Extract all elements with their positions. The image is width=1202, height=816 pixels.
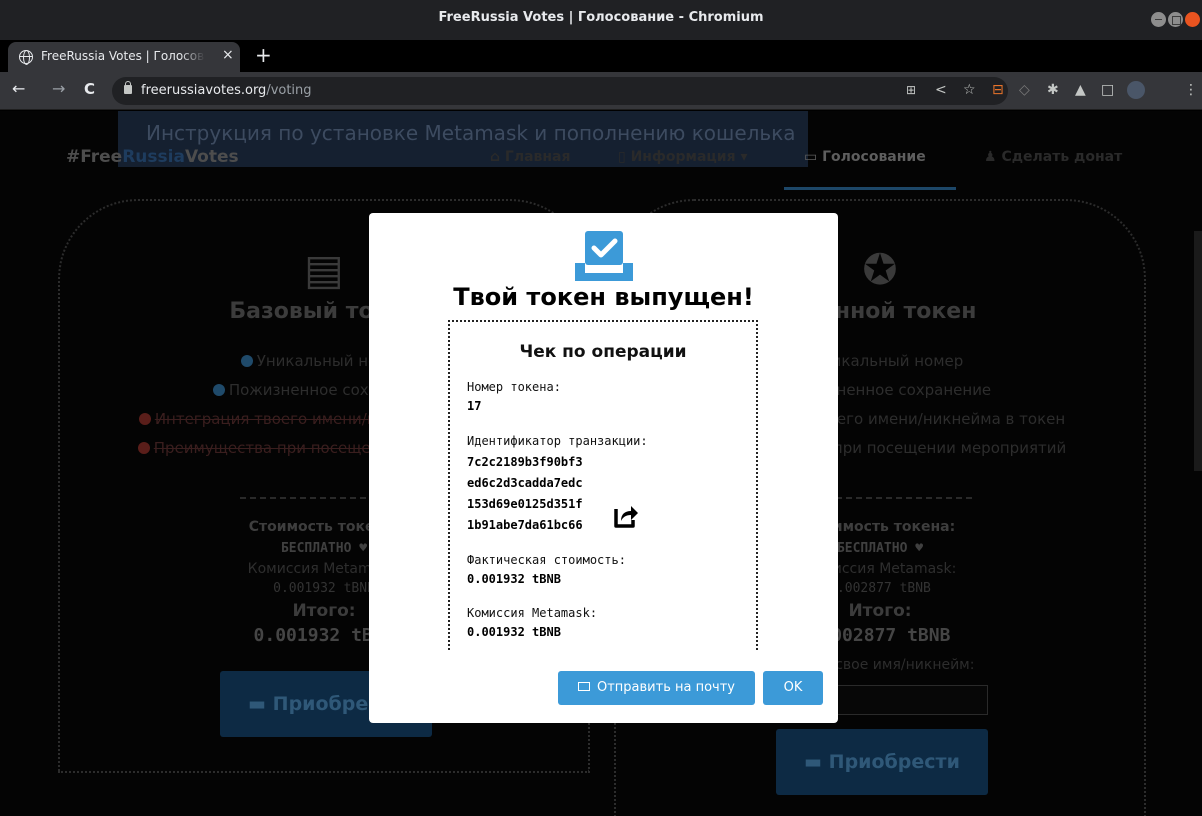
transaction-id-label: Идентификатор транзакции: <box>467 434 648 448</box>
active-menu-underline <box>784 187 956 190</box>
menu-donate[interactable]: ♟ Сделать донат <box>984 149 1122 165</box>
logo-part-1: #Free <box>66 147 123 167</box>
translate-icon[interactable]: ⊞ <box>906 82 916 98</box>
menu-voting[interactable]: ▭ Голосование <box>804 149 926 165</box>
actual-cost-label: Фактическая стоимость: <box>467 553 626 567</box>
window-titlebar: FreeRussia Votes | Голосование - Chromiu… <box>0 0 1202 40</box>
menu-donate-label: Сделать донат <box>1001 149 1123 165</box>
receipt: Чек по операции Номер токена: 17 Идентиф… <box>448 320 758 650</box>
puzzle-icon[interactable]: ✱ <box>1047 82 1059 98</box>
menu-voting-label: Голосование <box>822 149 926 165</box>
back-button[interactable]: ← <box>12 80 25 98</box>
more-icon[interactable]: ⋮ <box>1184 82 1198 98</box>
token-number-label: Номер токена: <box>467 380 561 394</box>
cross-icon <box>138 413 151 425</box>
menu-home[interactable]: ⌂ Главная <box>490 149 571 165</box>
envelope-icon <box>578 682 590 691</box>
extension-icon[interactable]: ⊟ <box>992 82 1004 98</box>
maximize-button[interactable] <box>1168 12 1183 27</box>
url-host: freerussiavotes.org <box>141 83 267 98</box>
actual-cost-value: 0.001932 tBNB <box>467 572 561 586</box>
menu-info[interactable]: ▯ Информация ▾ <box>618 149 747 165</box>
page-scrollbar[interactable] <box>1194 231 1202 471</box>
nickname-input[interactable] <box>834 685 988 715</box>
check-icon <box>212 384 225 396</box>
metamask-fee-label: Комиссия Metamask: <box>467 606 598 620</box>
receipt-title: Чек по операции <box>519 342 687 362</box>
token-issued-modal: Твой токен выпущен! Чек по операции Номе… <box>369 213 838 723</box>
send-email-button[interactable]: Отправить на почту <box>558 671 755 705</box>
transaction-id-line: 1b91abe7da61bc66 <box>467 518 583 532</box>
check-inbox-icon <box>575 231 633 281</box>
share-icon[interactable]: < <box>935 82 947 98</box>
flask-icon[interactable]: ▲ <box>1075 82 1086 98</box>
new-tab-button[interactable]: + <box>255 44 272 66</box>
menu-info-label: Информация <box>630 149 736 165</box>
buy-named-button[interactable]: ▬ Приобрести <box>776 729 988 795</box>
url-path: /voting <box>266 83 312 98</box>
check-icon <box>240 355 253 367</box>
cross-icon <box>137 442 150 454</box>
modal-title: Твой токен выпущен! <box>453 283 754 311</box>
close-window-button[interactable] <box>1185 12 1200 27</box>
window-title: FreeRussia Votes | Голосование - Chromiu… <box>438 10 764 25</box>
address-bar[interactable]: freerussiavotes.org/voting <box>112 77 1008 105</box>
globe-icon <box>19 50 33 65</box>
tab-title: FreeRussia Votes | Голосование <box>41 49 205 63</box>
logo-part-3: Votes <box>184 147 239 167</box>
transaction-id-line: 153d69e0125d351f <box>467 497 583 511</box>
sidepanel-icon[interactable]: □ <box>1101 82 1114 98</box>
profile-icon[interactable] <box>1127 81 1145 99</box>
ok-button[interactable]: OK <box>763 671 823 705</box>
browser-tab[interactable]: FreeRussia Votes | Голосование × <box>8 42 240 72</box>
forward-button[interactable]: → <box>52 80 65 98</box>
share-icon[interactable] <box>613 503 639 529</box>
metamask-fee-value: 0.001932 tBNB <box>467 625 561 639</box>
menu-home-label: Главная <box>504 149 571 165</box>
site-logo[interactable]: #FreeRussiaVotes <box>66 147 239 167</box>
lock-icon <box>124 81 132 94</box>
transaction-id-line: 7c2c2189b3f90bf3 <box>467 455 583 469</box>
send-email-label: Отправить на почту <box>597 680 735 695</box>
logo-part-2: Russia <box>122 147 185 167</box>
transaction-id-line: ed6c2d3cadda7edc <box>467 476 583 490</box>
star-icon[interactable]: ☆ <box>963 82 976 98</box>
buy-label: Приобрести <box>828 751 960 773</box>
minimize-button[interactable] <box>1151 12 1166 27</box>
shield-icon[interactable]: ◇ <box>1019 82 1030 98</box>
url-text: freerussiavotes.org/voting <box>141 83 312 98</box>
tab-close-icon[interactable]: × <box>222 47 234 63</box>
token-number-value: 17 <box>467 399 482 413</box>
reload-button[interactable]: C <box>84 80 95 98</box>
